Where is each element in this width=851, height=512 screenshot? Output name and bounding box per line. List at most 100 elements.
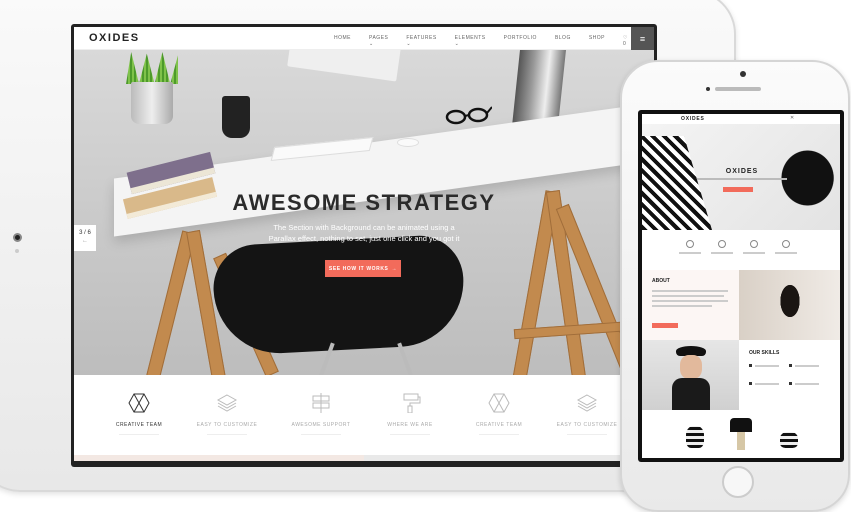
phone-about-title: ABOUT — [652, 278, 670, 284]
feature-divider — [207, 434, 247, 435]
product-vase-image[interactable] — [686, 426, 704, 448]
tablet-website: OXIDES HOME PAGES ⌄ FEATURES ⌄ ELEMENTS … — [74, 27, 654, 461]
hero-subtitle: The Section with Background can be anima… — [268, 223, 460, 243]
feature-item-2[interactable]: EASY TO CUSTOMIZE — [187, 393, 267, 435]
phone-feature-label — [711, 252, 733, 254]
tablet-sensor — [15, 249, 19, 253]
hero-glasses-image — [445, 106, 492, 125]
photo-face — [680, 355, 702, 379]
menu-item-portfolio[interactable]: PORTFOLIO — [504, 35, 537, 47]
phone-site-logo[interactable]: OXIDES — [681, 116, 705, 122]
hero-plant-pot-image — [131, 82, 173, 124]
menu-item-pages[interactable]: PAGES ⌄ — [369, 35, 388, 47]
wishlist-button[interactable]: ♡ 0 — [623, 35, 630, 47]
feature-item-1[interactable]: CREATIVE TEAM — [99, 393, 179, 435]
hero-pencil-cup-image — [222, 96, 250, 138]
phone-feature-icon[interactable] — [750, 240, 758, 248]
text-line — [652, 300, 728, 302]
trestle-leg — [146, 230, 196, 375]
feature-label: AWESOME SUPPORT — [291, 422, 351, 428]
text-line — [795, 383, 819, 385]
wishlist-count: 0 — [623, 41, 627, 47]
skill-bullet-icon — [789, 364, 792, 367]
feature-divider — [119, 434, 159, 435]
text-line — [652, 305, 712, 307]
feature-item-6[interactable]: EASY TO CUSTOMIZE — [547, 393, 627, 435]
menu-item-shop[interactable]: SHOP — [589, 35, 605, 47]
product-lamp-base — [737, 432, 745, 450]
phone-speaker — [715, 87, 761, 91]
phone-home-button[interactable] — [722, 466, 754, 498]
feature-item-4[interactable]: WHERE WE ARE — [370, 393, 450, 435]
site-navbar: OXIDES HOME PAGES ⌄ FEATURES ⌄ ELEMENTS … — [74, 27, 654, 50]
product-lamp-image[interactable] — [730, 418, 752, 432]
hero-section: AWESOME STRATEGY The Section with Backgr… — [74, 50, 654, 375]
tablet-camera — [13, 233, 22, 242]
close-icon[interactable]: ✕ — [790, 115, 794, 121]
hero-mouse-image — [397, 138, 419, 147]
hamburger-menu-button[interactable]: ≡ — [631, 27, 654, 50]
skill-bullet-icon — [749, 382, 752, 385]
text-line — [755, 365, 779, 367]
feature-label: EASY TO CUSTOMIZE — [196, 422, 258, 428]
hero-button-label: SEE HOW IT WORKS — [328, 265, 389, 272]
feature-label: CREATIVE TEAM — [475, 422, 523, 428]
phone-screen: OXIDES ✕ OXIDES ABOUT OUR SKILLS — [638, 110, 844, 462]
hero-monitor-image — [287, 50, 401, 82]
text-line — [795, 365, 819, 367]
feature-label: WHERE WE ARE — [387, 422, 433, 428]
phone-feature-icon[interactable] — [686, 240, 694, 248]
skill-bullet-icon — [749, 364, 752, 367]
layers-icon — [576, 394, 598, 412]
next-section-preview — [74, 455, 654, 461]
menu-item-blog[interactable]: BLOG — [555, 35, 571, 47]
phone-feature-icon[interactable] — [718, 240, 726, 248]
paint-roller-icon — [403, 393, 421, 413]
feature-divider — [390, 434, 430, 435]
phone-navbar: OXIDES ✕ — [642, 114, 840, 124]
phone-hero-title: OXIDES — [725, 168, 759, 175]
feature-item-5[interactable]: CREATIVE TEAM — [459, 393, 539, 435]
slide-counter: 3 / 6 — [79, 230, 91, 236]
see-how-it-works-button[interactable]: SEE HOW IT WORKS → — [325, 260, 401, 277]
phone-feature-icon[interactable] — [782, 240, 790, 248]
hero-grass-image — [126, 52, 178, 84]
device-mockup-stage: OXIDES HOME PAGES ⌄ FEATURES ⌄ ELEMENTS … — [0, 0, 851, 512]
site-logo[interactable]: OXIDES — [89, 32, 140, 44]
feature-divider — [479, 434, 519, 435]
arrow-left-icon: ← — [82, 238, 88, 244]
menu-item-home[interactable]: HOME — [334, 35, 351, 47]
menu-item-features[interactable]: FEATURES ⌄ — [406, 35, 436, 47]
hero-bookstack-image — [512, 50, 566, 126]
feature-label: EASY TO CUSTOMIZE — [556, 422, 618, 428]
phone-features-row — [642, 230, 840, 270]
phone-skills-section: OUR SKILLS — [739, 340, 840, 410]
phone-about-button[interactable] — [652, 323, 678, 328]
phone-feature-label — [743, 252, 765, 254]
phone-products-row — [642, 410, 840, 458]
tablet-screen: OXIDES HOME PAGES ⌄ FEATURES ⌄ ELEMENTS … — [71, 24, 657, 467]
features-row: CREATIVE TEAM EASY TO CUSTOMIZE AWESOME … — [74, 375, 654, 461]
phone-hero-subtitle — [697, 178, 787, 180]
phone-about-photo — [739, 270, 840, 340]
phone-skills-title: OUR SKILLS — [749, 350, 780, 356]
hexagon-x-icon — [488, 393, 510, 413]
feature-item-3[interactable]: AWESOME SUPPORT — [281, 393, 361, 435]
phone-hero-stripes-image — [642, 136, 712, 230]
hero-title: AWESOME STRATEGY — [232, 190, 496, 215]
menu-item-elements[interactable]: ELEMENTS ⌄ — [455, 35, 486, 47]
photo-body — [672, 378, 710, 410]
product-bowl-image[interactable] — [780, 432, 798, 448]
feature-divider — [301, 434, 341, 435]
hero-chair-image — [211, 233, 467, 357]
phone-hero: OXIDES — [642, 124, 840, 230]
phone-hero-button[interactable] — [723, 187, 753, 192]
phone-skills-photo — [642, 340, 739, 410]
feature-divider — [567, 434, 607, 435]
photo-subject — [775, 276, 805, 326]
main-menu: HOME PAGES ⌄ FEATURES ⌄ ELEMENTS ⌄ PORTF… — [334, 35, 654, 47]
phone-camera — [740, 71, 746, 77]
text-line — [755, 383, 779, 385]
arrow-right-icon: → — [391, 265, 398, 272]
slide-indicator[interactable]: 3 / 6 ← — [74, 225, 96, 251]
